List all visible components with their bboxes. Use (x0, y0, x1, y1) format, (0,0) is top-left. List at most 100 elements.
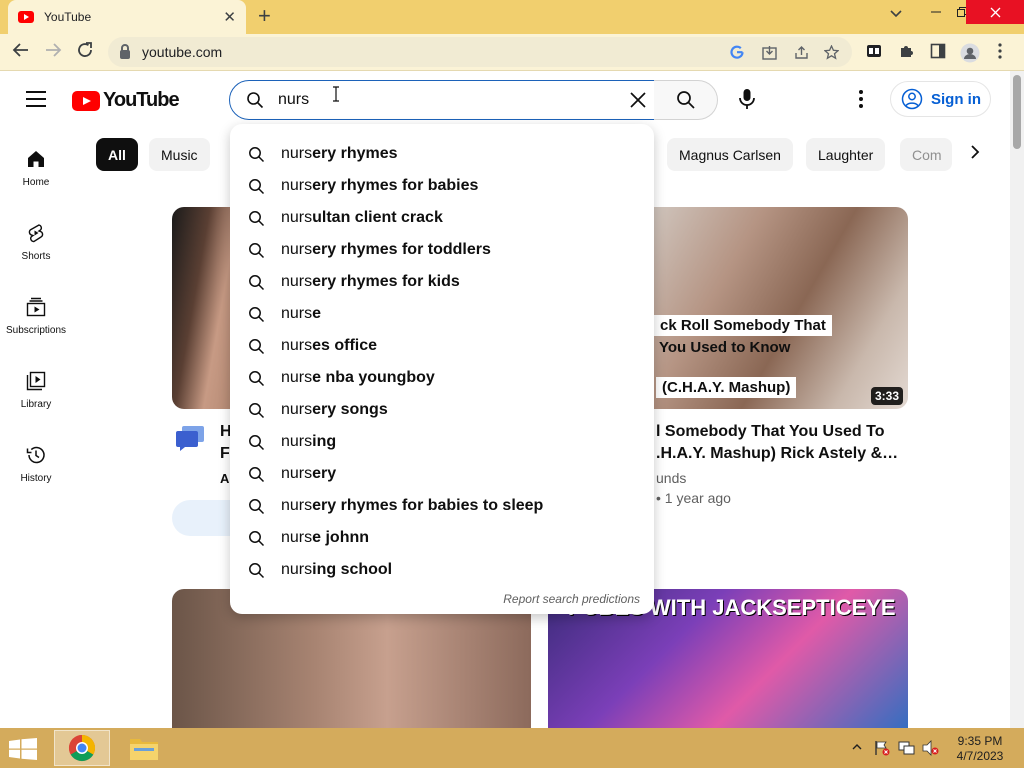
search-box[interactable] (229, 80, 655, 120)
shorts-icon (28, 224, 44, 243)
suggestion-search-icon (249, 178, 265, 194)
suggestion-typed-text: nurs (281, 529, 313, 546)
suggestion-search-icon (249, 466, 265, 482)
chip-music[interactable]: Music (149, 138, 210, 171)
sidebar-item-shorts[interactable]: Shorts (0, 223, 72, 283)
guide-menu-icon[interactable] (26, 91, 46, 107)
forward-button[interactable] (44, 41, 62, 64)
bookmark-star-icon[interactable] (823, 44, 840, 63)
sidebar-item-subscriptions[interactable]: Subscriptions (0, 297, 72, 357)
suggestion-typed-text: nurs (281, 177, 313, 194)
install-app-icon[interactable] (762, 45, 777, 63)
page-scrollbar[interactable] (1010, 71, 1024, 728)
window-close-button[interactable] (966, 0, 1024, 24)
suggestion-search-icon (249, 562, 265, 578)
extension-tabs-icon[interactable] (866, 43, 882, 63)
volume-muted-icon[interactable] (922, 740, 940, 759)
reload-button[interactable] (76, 41, 94, 64)
sign-in-button[interactable]: Sign in (890, 81, 991, 117)
search-suggestion-item[interactable]: nurs ery songs (230, 394, 654, 426)
voice-search-mic-icon[interactable] (736, 88, 758, 110)
channel-avatar-icon[interactable] (174, 424, 206, 452)
suggestion-completion-text: e (312, 305, 322, 322)
suggestion-typed-text: nurs (281, 241, 313, 258)
sidebar-item-label: Shorts (21, 251, 51, 262)
taskbar-clock[interactable]: 9:35 PM 4/7/2023 (950, 734, 1010, 764)
share-icon[interactable] (794, 45, 809, 63)
sidebar-item-history[interactable]: History (0, 445, 72, 505)
search-suggestion-item[interactable]: nurs ery rhymes for kids (230, 266, 654, 298)
network-icon[interactable] (898, 740, 916, 759)
suggestion-typed-text: nurs (281, 401, 313, 418)
youtube-logo[interactable]: YouTube (72, 89, 180, 112)
tab-close-icon[interactable]: ✕ (223, 8, 236, 26)
profile-avatar-icon[interactable] (960, 43, 980, 67)
sidebar-item-label: Library (20, 399, 52, 410)
library-icon (26, 371, 46, 391)
suggestion-search-icon (249, 146, 265, 162)
sidebar-item-library[interactable]: Library (0, 371, 72, 431)
search-suggestions-dropdown: nurs ery rhymes nurs ery rhymes for babies n… (230, 124, 654, 614)
search-suggestion-item[interactable]: nurs ing (230, 426, 654, 458)
search-suggestion-item[interactable]: nurs ery rhymes (230, 138, 654, 170)
browser-tab-youtube[interactable]: YouTube ✕ (8, 0, 246, 34)
new-tab-button[interactable]: + (258, 4, 271, 28)
google-icon[interactable] (730, 45, 744, 62)
extensions-puzzle-icon[interactable] (898, 43, 914, 63)
suggestion-typed-text: nurs (281, 465, 313, 482)
youtube-favicon-icon (18, 11, 34, 23)
search-suggestion-item[interactable]: nurs e johnn (230, 522, 654, 554)
taskbar-file-explorer-button[interactable] (124, 730, 164, 766)
browser-menu-icon[interactable] (998, 43, 1002, 63)
search-suggestion-item[interactable]: nurs e (230, 298, 654, 330)
suggestion-search-icon (249, 434, 265, 450)
taskbar-chrome-button[interactable] (54, 730, 110, 766)
report-search-predictions-link[interactable]: Report search predictions (503, 592, 640, 606)
search-suggestion-item[interactable]: nurs e nba youngboy (230, 362, 654, 394)
show-hidden-icons-icon[interactable] (852, 740, 862, 754)
search-suggestion-item[interactable]: nurs ery rhymes for toddlers (230, 234, 654, 266)
search-suggestion-item[interactable]: nurs ing school (230, 554, 654, 586)
search-suggestion-item[interactable]: nurs ultan client crack (230, 202, 654, 234)
suggestion-search-icon (249, 338, 265, 354)
text-cursor-icon (332, 86, 340, 107)
windows-start-icon[interactable] (8, 738, 38, 760)
settings-more-icon[interactable] (858, 89, 864, 109)
chip-magnus-carlsen[interactable]: Magnus Carlsen (667, 138, 793, 171)
video-thumbnail[interactable] (172, 207, 232, 409)
thumbnail-caption: (C.H.A.Y. Mashup) (656, 377, 797, 398)
search-suggestion-item[interactable]: nurs ery rhymes for babies (230, 170, 654, 202)
sign-in-label: Sign in (931, 90, 981, 108)
video-title[interactable]: l Somebody That You Used To (656, 421, 884, 443)
channel-name[interactable]: unds (656, 470, 686, 486)
chip-laughter[interactable]: Laughter (806, 138, 886, 171)
search-input[interactable] (278, 91, 608, 109)
chip-partial[interactable]: Com (900, 138, 952, 171)
suggestion-search-icon (249, 306, 265, 322)
search-button[interactable] (654, 80, 718, 120)
search-suggestion-item[interactable]: nurs es office (230, 330, 654, 362)
clear-search-icon[interactable] (628, 90, 648, 110)
side-panel-icon[interactable] (930, 43, 946, 63)
suggestion-completion-text: ultan client crack (312, 209, 443, 226)
chip-all[interactable]: All (96, 138, 138, 171)
tab-search-chevron-icon[interactable] (890, 6, 902, 21)
video-title-line2[interactable]: F (220, 443, 230, 465)
browser-tabstrip: YouTube ✕ + (0, 0, 1024, 34)
action-center-flag-icon[interactable] (874, 740, 890, 759)
video-title-line2[interactable]: .H.A.Y. Mashup) Rick Astely &… (656, 443, 898, 465)
scrollbar-thumb[interactable] (1013, 75, 1021, 149)
search-suggestion-item[interactable]: nurs ery (230, 458, 654, 490)
back-button[interactable] (12, 41, 30, 64)
address-bar[interactable]: youtube.com (108, 37, 852, 67)
suggestion-completion-text: ery rhymes for babies (312, 177, 479, 194)
channel-name[interactable]: A (220, 471, 229, 486)
chips-next-chevron-icon[interactable] (970, 144, 980, 165)
sidebar-item-label: Subscriptions (5, 325, 67, 336)
video-age: • 1 year ago (656, 490, 731, 506)
video-thumbnail[interactable]: ck Roll Somebody That You Used to Know (… (654, 207, 908, 409)
search-suggestion-item[interactable]: nurs ery rhymes for babies to sleep (230, 490, 654, 522)
suggestion-typed-text: nurs (281, 209, 313, 226)
youtube-masthead: YouTube Sign in (0, 71, 1010, 127)
sidebar-item-home[interactable]: Home (0, 149, 72, 209)
